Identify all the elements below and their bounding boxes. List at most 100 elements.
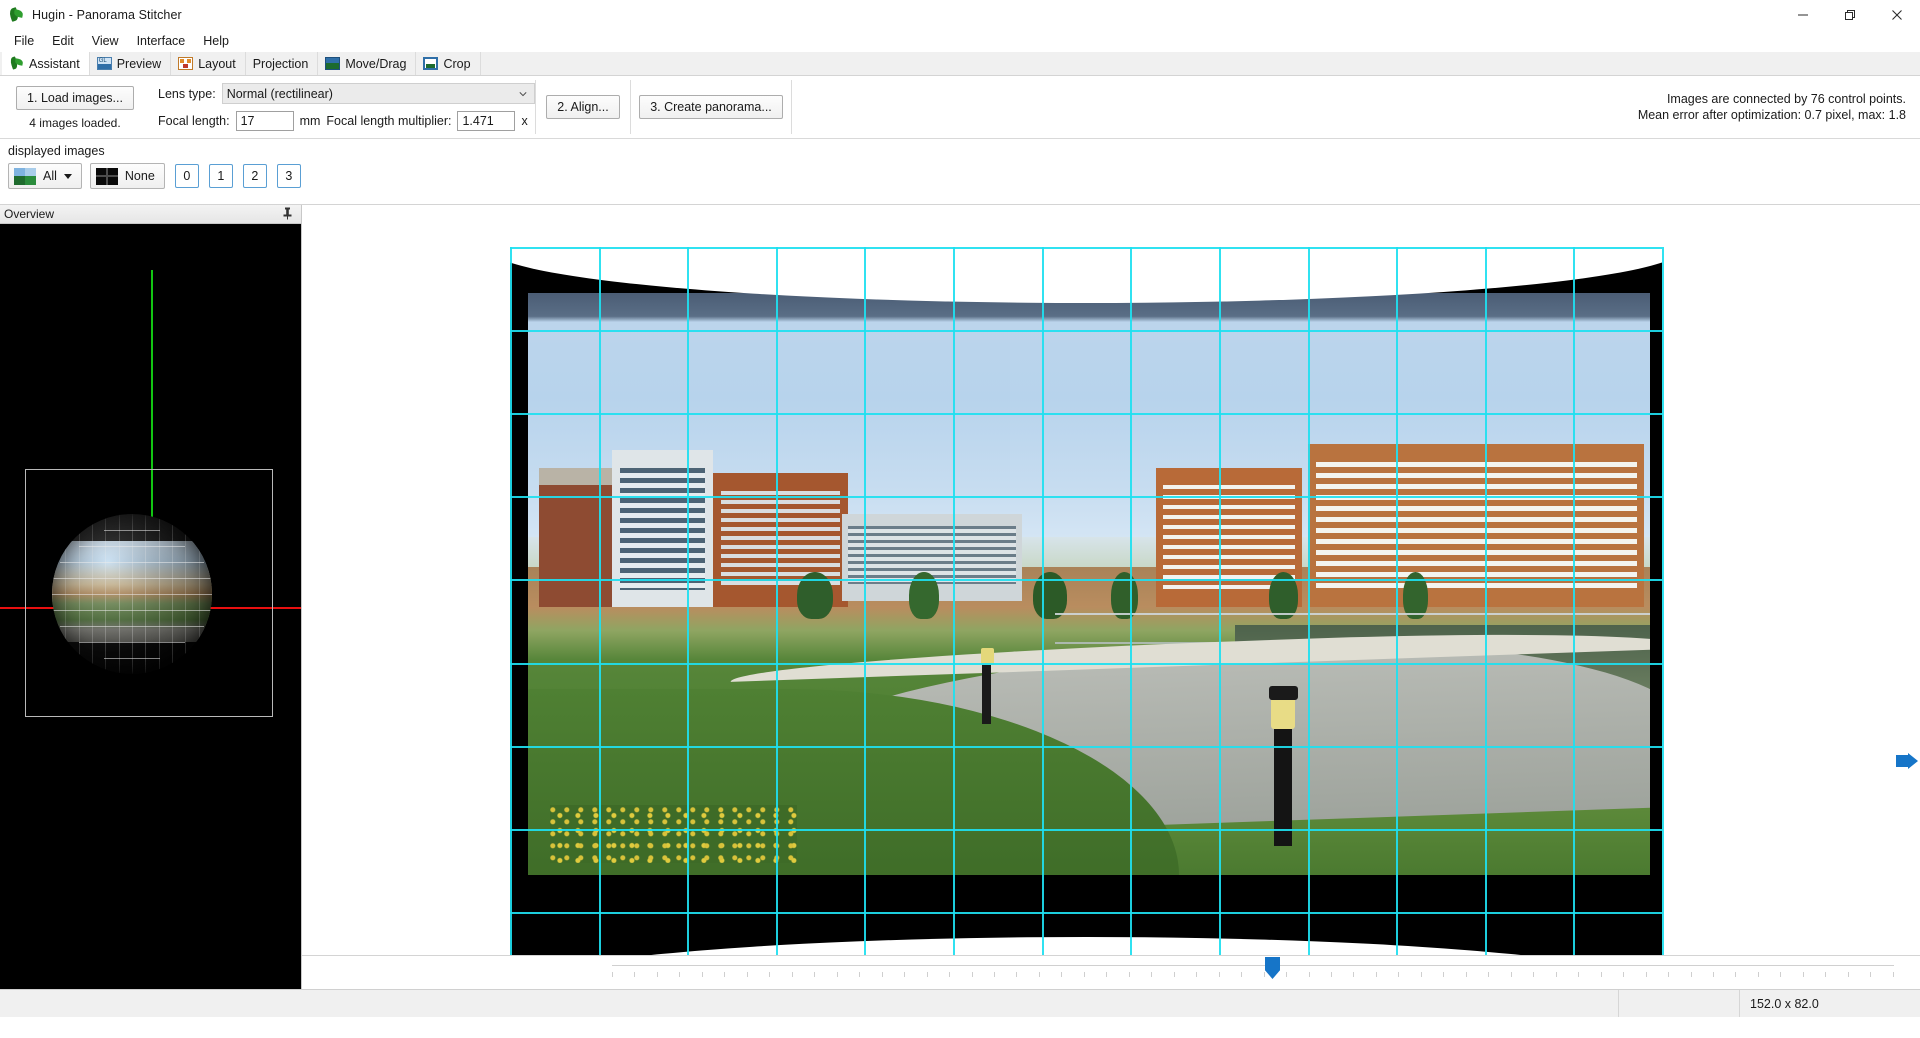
ruler-tick bbox=[1106, 972, 1108, 977]
tab-crop-label: Crop bbox=[443, 56, 471, 71]
status-cell-empty bbox=[1619, 990, 1739, 1017]
pan-right-arrow-icon[interactable] bbox=[1896, 753, 1918, 769]
load-images-group: 1. Load images... 4 images loaded. bbox=[0, 76, 150, 138]
lens-type-select[interactable]: Normal (rectilinear) bbox=[221, 83, 535, 104]
mode-tab-bar: Assistant Preview Layout Projection Move… bbox=[0, 52, 1920, 76]
minimize-icon[interactable] bbox=[1779, 0, 1826, 30]
tab-layout[interactable]: Layout bbox=[171, 52, 246, 75]
ruler-ticks bbox=[612, 972, 1894, 982]
image-toggle-0[interactable]: 0 bbox=[174, 164, 199, 188]
lens-type-row: Lens type: Normal (rectilinear) bbox=[158, 83, 535, 104]
ruler-tick bbox=[1533, 972, 1535, 977]
panorama-gl-canvas[interactable] bbox=[302, 205, 1920, 955]
image-toggle-3[interactable]: 3 bbox=[276, 164, 301, 188]
ruler-tick bbox=[701, 972, 703, 977]
ruler-tick bbox=[1353, 972, 1355, 977]
menu-view[interactable]: View bbox=[83, 32, 128, 50]
ruler-tick bbox=[679, 972, 681, 977]
overview-dock-header: Overview bbox=[0, 205, 301, 224]
menu-file[interactable]: File bbox=[5, 32, 43, 50]
ruler-tick bbox=[1555, 972, 1557, 977]
ruler-tick bbox=[1735, 972, 1737, 977]
pin-icon[interactable] bbox=[282, 207, 293, 223]
chevron-down-icon bbox=[519, 92, 527, 97]
ruler-tick bbox=[634, 972, 636, 977]
focal-length-input[interactable]: 17 bbox=[235, 111, 294, 131]
overview-dock: Overview bbox=[0, 205, 302, 989]
focal-multiplier-input[interactable]: 1.471 bbox=[457, 111, 516, 131]
show-none-images-button[interactable]: None bbox=[89, 163, 165, 189]
tab-move-drag-label: Move/Drag bbox=[345, 56, 407, 71]
maximize-icon[interactable] bbox=[1826, 0, 1873, 30]
stitched-panorama-image bbox=[528, 293, 1650, 875]
horizontal-fov-ruler[interactable] bbox=[302, 955, 1920, 989]
ruler-tick bbox=[1600, 972, 1602, 977]
ruler-tick bbox=[1847, 972, 1849, 977]
panorama-sphere[interactable] bbox=[52, 514, 212, 674]
tab-assistant[interactable]: Assistant bbox=[2, 52, 90, 75]
lens-type-value: Normal (rectilinear) bbox=[226, 86, 333, 101]
overview-3d-canvas[interactable] bbox=[0, 224, 301, 989]
ruler-tick bbox=[1870, 972, 1872, 977]
show-all-images-button[interactable]: All bbox=[8, 163, 82, 189]
ruler-tick bbox=[904, 972, 906, 977]
tab-assistant-label: Assistant bbox=[29, 56, 80, 71]
preview-area bbox=[302, 205, 1920, 989]
ruler-tick bbox=[859, 972, 861, 977]
ruler-tick bbox=[1061, 972, 1063, 977]
ruler-tick bbox=[949, 972, 951, 977]
displayed-images-caption: displayed images bbox=[8, 144, 105, 158]
lens-settings-group: Lens type: Normal (rectilinear) Focal le… bbox=[150, 76, 535, 138]
chevron-down-icon[interactable] bbox=[63, 173, 72, 179]
ruler-tick bbox=[656, 972, 658, 977]
title-bar: Hugin - Panorama Stitcher bbox=[0, 0, 1920, 30]
ruler-tick bbox=[836, 972, 838, 977]
alignment-status: Images are connected by 76 control point… bbox=[1638, 76, 1906, 138]
main-body: Overview bbox=[0, 205, 1920, 989]
ruler-tick bbox=[971, 972, 973, 977]
ruler-tick bbox=[993, 972, 995, 977]
hugin-leaf-icon bbox=[8, 7, 24, 23]
align-button[interactable]: 2. Align... bbox=[546, 95, 620, 119]
ruler-tick bbox=[1510, 972, 1512, 977]
window-controls bbox=[1779, 0, 1920, 30]
tab-move-drag[interactable]: Move/Drag bbox=[318, 52, 417, 75]
overview-title: Overview bbox=[4, 207, 55, 221]
control-points-status: Images are connected by 76 control point… bbox=[1666, 92, 1906, 106]
ruler-tick bbox=[612, 972, 613, 977]
menu-interface[interactable]: Interface bbox=[128, 32, 195, 50]
menu-help[interactable]: Help bbox=[194, 32, 238, 50]
gl-preview-icon bbox=[96, 57, 112, 70]
tab-projection[interactable]: Projection bbox=[245, 52, 319, 75]
create-panorama-button[interactable]: 3. Create panorama... bbox=[639, 95, 783, 119]
image-toggle-1[interactable]: 1 bbox=[208, 164, 233, 188]
ruler-tick bbox=[1263, 972, 1265, 977]
ruler-tick bbox=[1308, 972, 1310, 977]
load-images-button[interactable]: 1. Load images... bbox=[16, 86, 134, 110]
status-bar: 152.0 x 82.0 bbox=[0, 989, 1920, 1017]
tab-crop[interactable]: Crop bbox=[416, 52, 481, 75]
canvas-dimensions: 152.0 x 82.0 bbox=[1750, 996, 1819, 1011]
tab-preview-label: Preview bbox=[116, 56, 162, 71]
ruler-tick bbox=[1465, 972, 1467, 977]
tab-preview[interactable]: Preview bbox=[89, 52, 172, 75]
ruler-tick bbox=[724, 972, 726, 977]
tab-layout-label: Layout bbox=[198, 56, 236, 71]
hugin-leaf-icon bbox=[9, 56, 24, 70]
panorama-canvas-content[interactable] bbox=[486, 245, 1686, 955]
ruler-tick bbox=[1398, 972, 1400, 977]
close-icon[interactable] bbox=[1873, 0, 1920, 30]
tab-projection-label: Projection bbox=[252, 56, 309, 71]
menu-edit[interactable]: Edit bbox=[43, 32, 83, 50]
focal-length-row: Focal length: 17 mm Focal length multipl… bbox=[158, 111, 535, 131]
move-drag-icon bbox=[325, 57, 341, 70]
ruler-tick bbox=[814, 972, 816, 977]
ruler-tick bbox=[746, 972, 748, 977]
ruler-tick bbox=[1151, 972, 1153, 977]
menu-bar: File Edit View Interface Help bbox=[0, 30, 1920, 52]
focal-length-label: Focal length: bbox=[158, 114, 230, 128]
lens-type-label: Lens type: bbox=[158, 86, 216, 101]
image-toggle-2[interactable]: 2 bbox=[242, 164, 267, 188]
mean-error-status: Mean error after optimization: 0.7 pixel… bbox=[1637, 108, 1906, 122]
ruler-tick bbox=[1757, 972, 1759, 977]
